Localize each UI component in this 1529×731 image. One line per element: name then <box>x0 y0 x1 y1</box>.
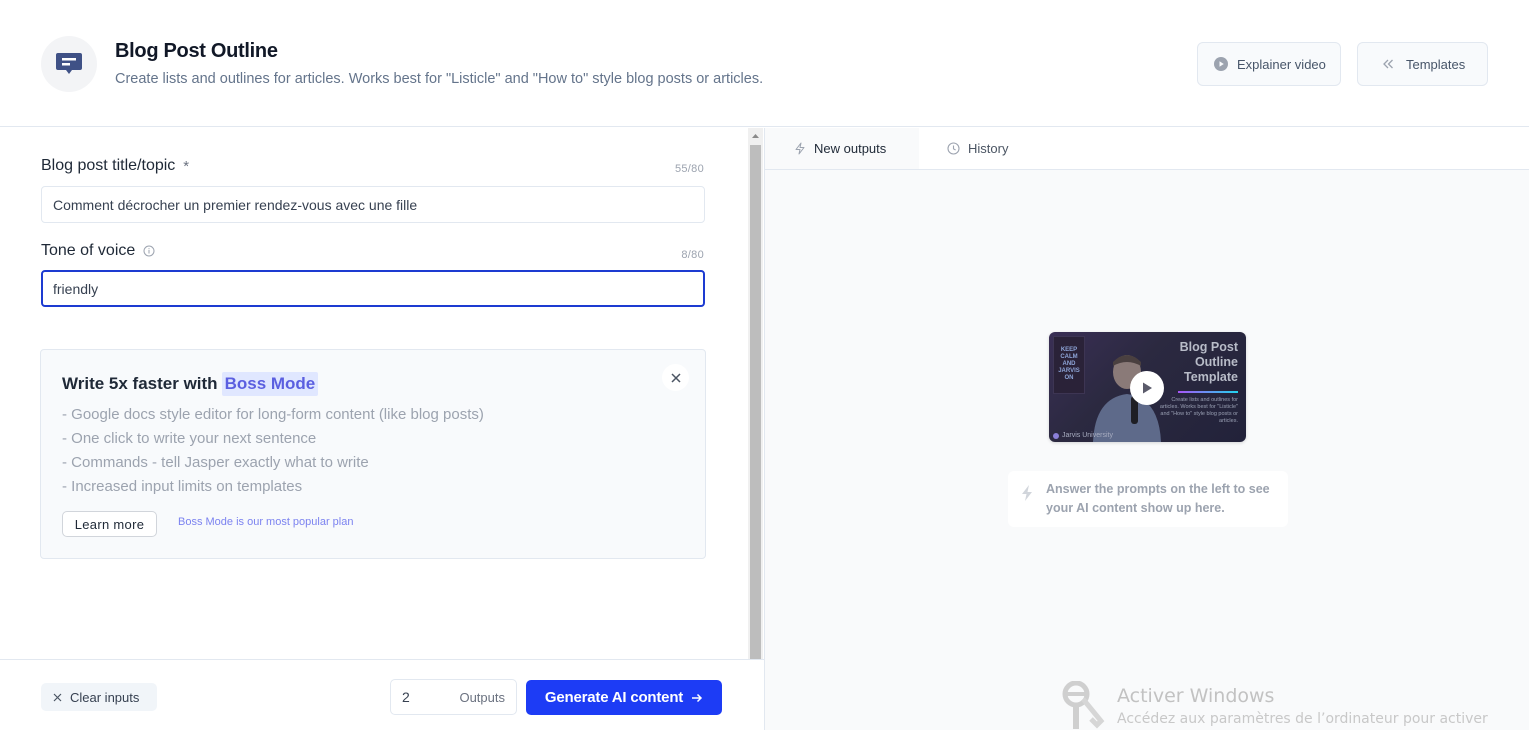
template-icon-badge <box>41 36 97 92</box>
watermark-title: Activer Windows <box>1117 685 1275 707</box>
generate-content-label: Generate AI content <box>544 689 684 706</box>
video-title: Blog Post Outline Template <box>1180 340 1238 385</box>
brand-logo-icon <box>1053 432 1059 439</box>
output-panel: New outputs History KEEP CALM AND JARVIS… <box>764 128 1529 730</box>
templates-button[interactable]: Templates <box>1357 42 1488 86</box>
video-brand: Jarvis University <box>1053 432 1113 439</box>
promo-title-highlight: Boss Mode <box>221 372 319 396</box>
page-subtitle: Create lists and outlines for articles. … <box>115 71 764 87</box>
clock-icon <box>947 142 960 155</box>
topic-label-text: Blog post title/topic <box>41 157 176 174</box>
tab-history[interactable]: History <box>947 128 1008 169</box>
page-header: Blog Post Outline Create lists and outli… <box>0 0 1529 127</box>
video-brand-text: Jarvis University <box>1062 432 1113 439</box>
play-icon <box>1143 382 1152 394</box>
form-scrollbar[interactable] <box>748 128 763 660</box>
poster-line: AND <box>1062 361 1076 367</box>
explainer-video-label: Explainer video <box>1237 56 1326 72</box>
templates-label: Templates <box>1406 56 1466 72</box>
promo-feature: - Commands - tell Jasper exactly what to… <box>62 454 369 471</box>
info-icon[interactable] <box>143 245 155 257</box>
windows-activation-watermark: Activer Windows Accédez aux paramètres d… <box>1061 679 1521 730</box>
promo-note: Boss Mode is our most popular plan <box>178 516 354 528</box>
video-title-line: Blog Post <box>1179 340 1238 354</box>
generate-content-button[interactable]: Generate AI content <box>526 680 722 715</box>
empty-state-text: Answer the prompts on the left to see yo… <box>1046 482 1270 515</box>
field-label-topic: Blog post title/topic * <box>41 157 189 175</box>
arrow-right-icon <box>691 693 703 703</box>
video-description: Create lists and outlines for articles. … <box>1159 397 1238 424</box>
tab-history-label: History <box>968 141 1009 156</box>
key-icon <box>1062 681 1105 729</box>
scroll-up-arrow-icon[interactable] <box>748 128 763 144</box>
required-marker: * <box>183 157 190 175</box>
tone-char-counter: 8/80 <box>681 249 704 261</box>
chat-message-icon <box>56 53 82 74</box>
play-circle-icon <box>1214 57 1228 71</box>
scrollbar-thumb[interactable] <box>750 145 761 659</box>
learn-more-button[interactable]: Learn more <box>62 511 157 537</box>
poster-line: KEEP <box>1060 347 1078 353</box>
poster-line: JARVIS <box>1058 368 1080 374</box>
outputs-count-label: Outputs <box>459 690 505 705</box>
form-footer: Clear inputs 2 Outputs Generate AI conte… <box>0 659 764 730</box>
lightning-icon <box>1021 485 1033 501</box>
play-button[interactable] <box>1130 371 1164 405</box>
promo-feature: - One click to write your next sentence <box>62 430 317 447</box>
boss-mode-promo: Write 5x faster with Boss Mode - Google … <box>40 349 706 559</box>
outputs-count-value[interactable]: 2 <box>402 689 410 705</box>
close-icon <box>53 693 62 702</box>
poster-line: ON <box>1064 375 1074 381</box>
page-title: Blog Post Outline <box>115 40 278 62</box>
outputs-count-input[interactable]: 2 Outputs <box>390 679 517 715</box>
explainer-video-thumbnail[interactable]: KEEP CALM AND JARVIS ON Blog Post Outlin… <box>1049 332 1246 442</box>
output-tabs: New outputs History <box>765 128 1529 170</box>
poster-line: CALM <box>1060 354 1078 360</box>
promo-close-button[interactable] <box>662 364 689 391</box>
close-icon <box>670 372 681 383</box>
video-title-underline <box>1178 391 1238 393</box>
video-title-line: Template <box>1184 370 1238 384</box>
lightning-icon <box>794 142 806 155</box>
chevrons-left-icon <box>1382 58 1394 70</box>
video-title-line: Outline <box>1194 355 1238 369</box>
clear-inputs-button[interactable]: Clear inputs <box>41 683 157 711</box>
empty-state-hint: Answer the prompts on the left to see yo… <box>1008 471 1288 527</box>
tone-label-text: Tone of voice <box>41 242 136 259</box>
topic-input[interactable]: Comment décrocher un premier rendez-vous… <box>41 186 705 223</box>
promo-feature: - Increased input limits on templates <box>62 478 303 495</box>
watermark-subtitle: Accédez aux paramètres de l’ordinateur p… <box>1117 711 1488 727</box>
tab-new-outputs[interactable]: New outputs <box>765 128 919 169</box>
tone-input[interactable]: friendly <box>41 270 705 307</box>
promo-title: Write 5x faster with Boss Mode <box>62 372 319 396</box>
input-form-panel: Blog post title/topic * 55/80 Comment dé… <box>0 128 748 660</box>
video-poster-art: KEEP CALM AND JARVIS ON <box>1053 336 1085 394</box>
clear-inputs-label: Clear inputs <box>70 689 140 705</box>
promo-title-prefix: Write 5x faster with <box>62 374 218 393</box>
tab-new-outputs-label: New outputs <box>814 141 887 156</box>
promo-feature: - Google docs style editor for long-form… <box>62 406 484 423</box>
field-label-tone: Tone of voice <box>41 242 155 260</box>
explainer-video-button[interactable]: Explainer video <box>1197 42 1341 86</box>
topic-char-counter: 55/80 <box>674 163 704 175</box>
promo-feature-list: - Google docs style editor for long-form… <box>62 403 484 499</box>
